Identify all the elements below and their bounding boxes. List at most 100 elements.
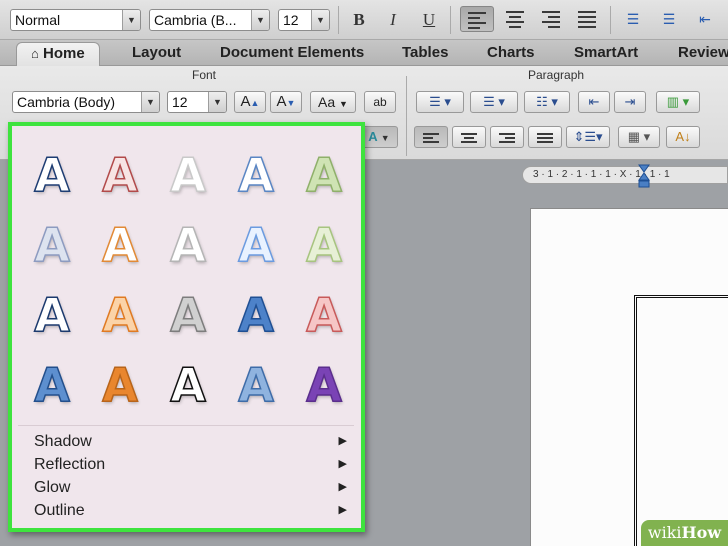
text-effect-dark-blue-outline[interactable]: A <box>18 280 86 350</box>
tab-smartart[interactable]: SmartArt <box>560 42 652 66</box>
chevron-right-icon: ▶ <box>338 458 347 470</box>
columns-button[interactable]: ▥ ▾ <box>656 91 700 113</box>
bold-button[interactable]: B <box>346 7 372 33</box>
font-size-select[interactable]: 12 ▼ <box>278 9 330 31</box>
text-effects-button[interactable]: A ▼ <box>360 126 398 148</box>
numbering-button[interactable]: ☰ ▾ <box>470 91 518 113</box>
align-right-ribbon-button[interactable] <box>490 126 524 148</box>
horizontal-ruler[interactable]: 3 · 1 · 2 · 1 · 1 · 1 · X · 1 · 1 · 1 <box>522 166 728 184</box>
align-right-button[interactable] <box>536 6 566 32</box>
text-effect-glyph: A <box>101 148 138 202</box>
chevron-down-icon[interactable]: ▼ <box>122 10 140 30</box>
watermark-wiki: wiki <box>647 523 682 542</box>
grow-font-label: A <box>240 93 251 110</box>
text-effect-orange-bevel[interactable]: A <box>86 280 154 350</box>
shrink-font-label: A <box>276 93 287 110</box>
menu-item-glow[interactable]: Glow ▶ <box>12 476 361 499</box>
text-effect-glow-blue[interactable]: A <box>222 210 290 280</box>
bulleted-list-icon: ☰ ▾ <box>429 94 451 109</box>
style-select[interactable]: Normal ▼ <box>10 9 141 31</box>
bullets-button[interactable]: ☰ ▾ <box>416 91 464 113</box>
align-center-ribbon-button[interactable] <box>452 126 486 148</box>
menu-item-reflection[interactable]: Reflection ▶ <box>12 453 361 476</box>
tab-layout[interactable]: Layout <box>118 42 195 66</box>
grow-font-button[interactable]: A▲ <box>234 91 266 113</box>
ribbon-size-select[interactable]: 12 ▼ <box>167 91 227 113</box>
justify-icon <box>578 8 596 31</box>
tab-review[interactable]: Review <box>664 42 728 66</box>
multilevel-list-icon: ☷ ▾ <box>536 94 558 109</box>
bulleted-list-button[interactable]: ☰ <box>654 6 684 32</box>
underline-button[interactable]: U <box>416 7 442 33</box>
decrease-indent-button[interactable]: ⇤ <box>690 6 720 32</box>
text-effect-glyph: A <box>237 218 274 272</box>
text-effect-blue-gradient[interactable]: A <box>222 280 290 350</box>
line-spacing-button[interactable]: ⇕☰▾ <box>566 126 610 148</box>
borders-button[interactable]: ▦ ▾ <box>618 126 660 148</box>
text-effect-light-green[interactable]: A <box>290 140 358 210</box>
text-effect-blue-fill[interactable]: A <box>18 350 86 420</box>
align-left-button[interactable] <box>460 6 494 32</box>
text-effect-white-shadow[interactable]: A <box>154 140 222 210</box>
tab-home[interactable]: ⌂ Home <box>16 42 100 66</box>
justify-button[interactable] <box>572 6 602 32</box>
text-effect-white-blue-outline[interactable]: A <box>222 140 290 210</box>
align-left-ribbon-button[interactable] <box>414 126 448 148</box>
menu-item-outline-label: Outline <box>34 502 85 519</box>
chevron-down-icon[interactable]: ▼ <box>208 92 226 112</box>
chevron-down-icon[interactable]: ▼ <box>141 92 159 112</box>
text-effect-gray-metal[interactable]: A <box>154 280 222 350</box>
chevron-right-icon: ▶ <box>338 481 347 493</box>
text-effect-glyph: A <box>33 288 70 342</box>
text-effect-white-orange[interactable]: A <box>86 210 154 280</box>
numbered-list-button[interactable]: ☰ <box>618 6 648 32</box>
tab-document-elements[interactable]: Document Elements <box>206 42 378 66</box>
text-effect-black-white[interactable]: A <box>154 350 222 420</box>
font-group-title: Font <box>192 68 217 82</box>
text-effect-glyph: A <box>169 288 206 342</box>
text-effect-outline-blue[interactable]: A <box>18 140 86 210</box>
sort-button[interactable]: A↓ <box>666 126 700 148</box>
text-effect-pale-green[interactable]: A <box>290 210 358 280</box>
tab-charts[interactable]: Charts <box>473 42 549 66</box>
text-effect-outline-red[interactable]: A <box>86 140 154 210</box>
toolbar-divider <box>338 6 339 34</box>
clear-formatting-button[interactable]: ab <box>364 91 396 113</box>
chevron-down-icon[interactable]: ▼ <box>251 10 269 30</box>
indent-marker-icon[interactable] <box>638 164 650 188</box>
text-effect-blue-reflection[interactable]: A <box>222 350 290 420</box>
menu-item-outline[interactable]: Outline ▶ <box>12 499 361 522</box>
decrease-indent-ribbon-button[interactable]: ⇤ <box>578 91 610 113</box>
align-center-button[interactable] <box>500 6 530 32</box>
justify-icon <box>537 131 553 145</box>
text-effect-glyph: A <box>33 148 70 202</box>
ribbon-font-select[interactable]: Cambria (Body) ▼ <box>12 91 160 113</box>
menu-item-shadow[interactable]: Shadow ▶ <box>12 430 361 453</box>
increase-indent-icon: ⇥ <box>624 94 636 109</box>
chevron-down-icon[interactable]: ▼ <box>311 10 329 30</box>
change-case-button[interactable]: Aa ▼ <box>310 91 356 113</box>
text-effect-orange-fill[interactable]: A <box>86 350 154 420</box>
text-effect-faded-blue[interactable]: A <box>18 210 86 280</box>
text-effect-red-bevel[interactable]: A <box>290 280 358 350</box>
align-center-icon <box>506 8 524 31</box>
text-effects-menu: AAAAAAAAAAAAAAAAAAAA Shadow ▶ Reflection… <box>8 122 365 532</box>
text-effect-glyph: A <box>237 288 274 342</box>
chevron-down-icon: ▼ <box>380 133 390 143</box>
justify-ribbon-button[interactable] <box>528 126 562 148</box>
shrink-font-button[interactable]: A▼ <box>270 91 302 113</box>
tab-home-label: Home <box>43 45 85 62</box>
text-effects-gallery: AAAAAAAAAAAAAAAAAAAA <box>18 140 358 420</box>
multilevel-list-button[interactable]: ☷ ▾ <box>524 91 570 113</box>
line-spacing-icon: ⇕☰▾ <box>573 129 603 144</box>
text-effect-glyph: A <box>169 218 206 272</box>
text-effect-purple-fill[interactable]: A <box>290 350 358 420</box>
font-select[interactable]: Cambria (B... ▼ <box>149 9 270 31</box>
page-border <box>634 295 728 546</box>
increase-indent-button[interactable]: ⇥ <box>614 91 646 113</box>
tab-tables[interactable]: Tables <box>388 42 462 66</box>
text-effect-white-gray[interactable]: A <box>154 210 222 280</box>
numbered-list-icon: ☰ ▾ <box>483 94 505 109</box>
italic-button[interactable]: I <box>380 7 406 33</box>
word-window: Normal ▼ Cambria (B... ▼ 12 ▼ B I U ☰ ☰ <box>0 0 728 546</box>
